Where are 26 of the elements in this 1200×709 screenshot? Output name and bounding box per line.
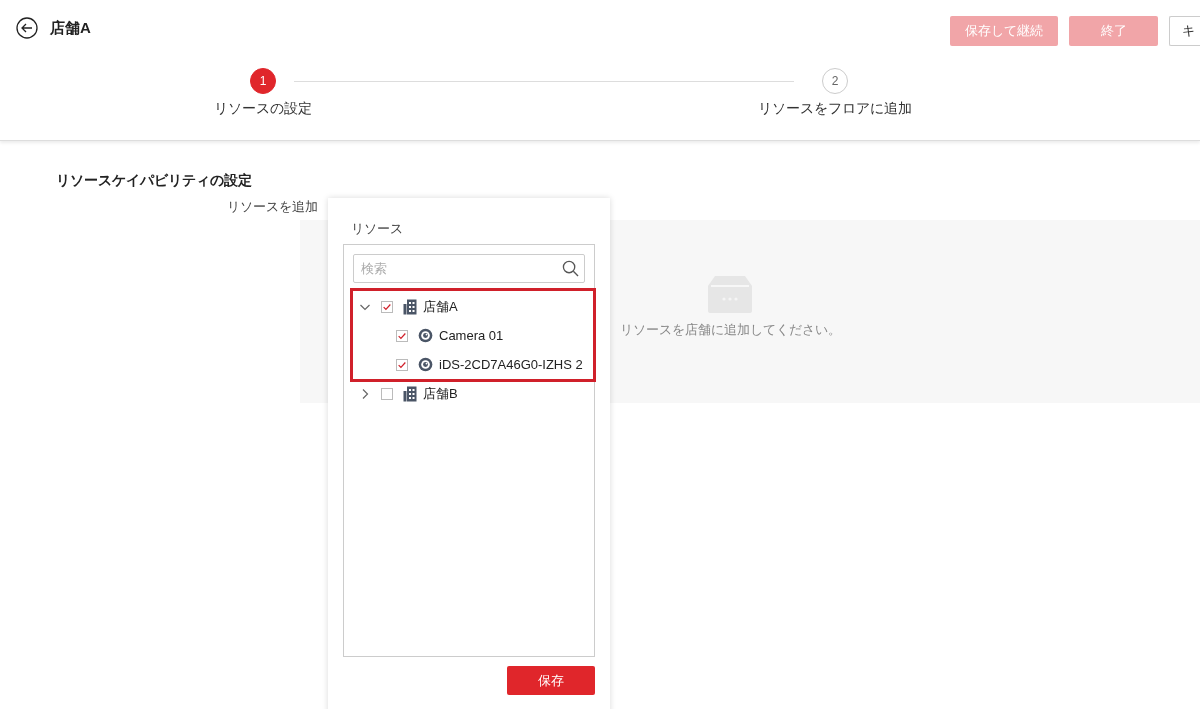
page-title: 店舗A [50,18,91,38]
section-title: リソースケイパビリティの設定 [56,172,253,190]
step-label: リソースをフロアに追加 [758,100,912,118]
search-icon [562,260,579,277]
tree-item-label[interactable]: 店舗A [423,297,458,316]
tree-item-label[interactable]: Camera 01 [439,328,504,343]
panel-title: リソース [351,220,404,238]
building-icon [403,385,417,402]
search-field[interactable]: 検索 [353,254,585,283]
action-button[interactable]: キ [1169,16,1200,46]
checkbox[interactable] [381,387,393,400]
tree-item-label[interactable]: 店舗B [423,384,458,403]
save-button[interactable]: 保存 [507,666,595,695]
empty-state-message: リソースを店舗に追加してください。 [619,320,841,339]
building-icon [403,298,417,315]
back-button[interactable] [16,17,38,39]
step-number[interactable]: 1 [250,68,276,94]
step-label: リソースの設定 [214,100,312,118]
checkbox[interactable] [396,358,408,371]
tree-item-label[interactable]: iDS-2CD7A46G0-IZHS 2 [439,357,583,372]
camera-icon [418,328,433,343]
checkbox[interactable] [381,300,393,313]
checkbox[interactable] [396,329,408,342]
field-label: リソースを追加 [227,198,318,216]
step-number[interactable]: 2 [822,68,848,94]
camera-icon [418,357,433,372]
